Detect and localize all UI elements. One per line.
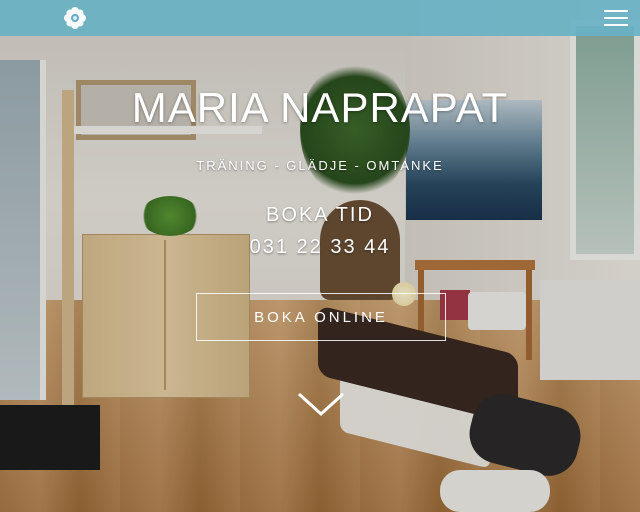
booking-heading: BOKA TID <box>266 204 374 226</box>
flower-logo-icon[interactable] <box>62 5 88 31</box>
site-title: MARIA NAPRAPAT <box>131 84 509 131</box>
chevron-down-icon[interactable] <box>296 390 346 418</box>
top-bar <box>0 0 640 36</box>
book-online-button[interactable]: BOKA ONLINE <box>196 293 446 341</box>
tagline: TRÄNING - GLÄDJE - OMTANKE <box>196 158 444 173</box>
phone-number-link[interactable]: 031 22 33 44 <box>0 236 640 259</box>
hamburger-menu-icon[interactable] <box>604 8 628 28</box>
